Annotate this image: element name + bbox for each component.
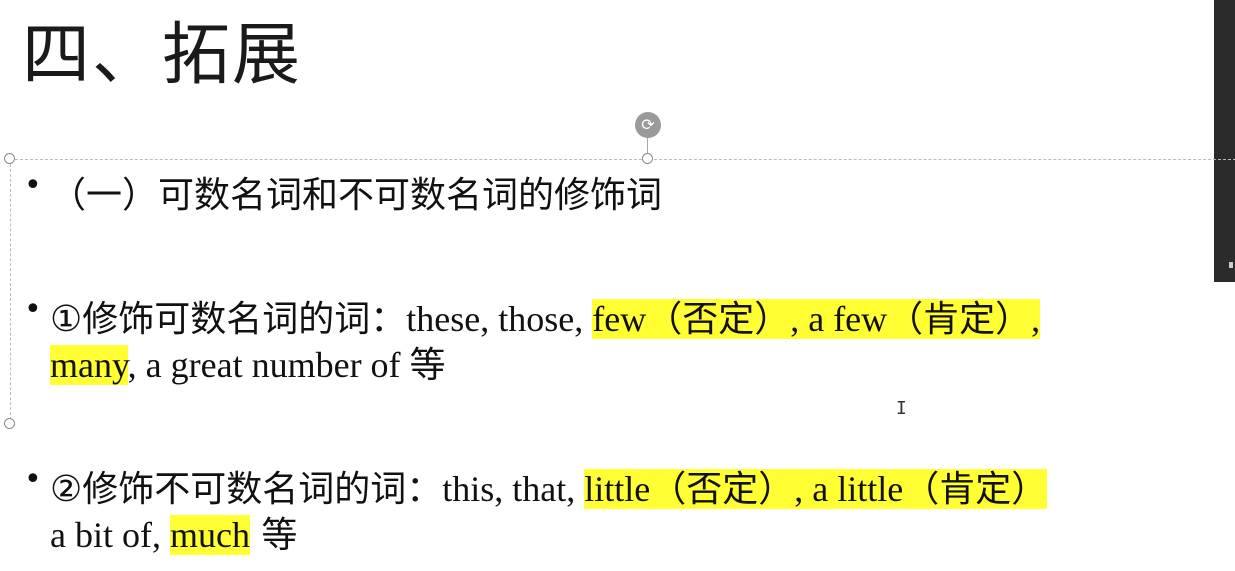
uncountable-plain-words: this, that, [442,469,585,509]
bullet-dot: • [24,292,42,327]
highlight-many: many [50,345,128,385]
section-heading-text: （一）可数名词和不可数名词的修饰词 [50,175,663,216]
resize-handle-middle-left[interactable] [4,418,15,429]
countable-line-2: many, a great number of 等 [50,336,446,388]
uncountable-line-1: ②修饰不可数名词的词：this, that, little（否定）, a lit… [50,460,1048,512]
bullet-dot: • [24,462,42,497]
countable-label: ①修饰可数名词的词： [50,299,407,340]
highlight-much: much [169,515,250,555]
slide-title[interactable]: 四、拓展 [22,14,302,98]
countable-plain-words: these, those, [406,299,593,339]
countable-etc: 等 [409,345,446,386]
countable-line-1: ①修饰可数名词的词：these, those, few（否定）, a few（肯… [50,290,1041,342]
bullet-dot: • [24,168,42,203]
resize-handle-top-left[interactable] [4,153,15,164]
highlight-a-few: , a few（肯定）, [790,299,1041,339]
highlight-a-little: , a little（肯定） [794,469,1048,509]
uncountable-line-2: a bit of, much 等 [50,506,297,558]
resize-handle-top-center[interactable] [642,153,653,164]
uncountable-plain-head: a bit of, [50,515,170,555]
uncountable-label: ②修饰不可数名词的词： [50,469,443,510]
rotate-icon: ⟳ [641,115,655,134]
highlight-few: few（否定） [592,299,791,339]
uncountable-etc: 等 [249,515,298,556]
highlight-little: little（否定） [584,469,795,509]
text-cursor-icon: I [896,398,907,419]
countable-plain-tail: , a great number of [127,345,410,385]
rotate-handle[interactable]: ⟳ [635,112,661,138]
